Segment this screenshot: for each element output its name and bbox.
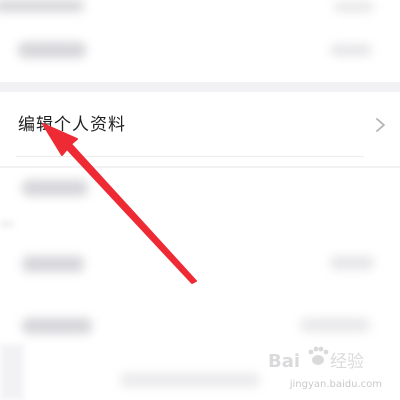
blurred-section-gap [0, 344, 24, 400]
blurred-text [22, 318, 92, 334]
edit-profile-row[interactable]: 编辑个人资料 [0, 92, 400, 158]
blurred-value [330, 44, 372, 56]
blurred-text [120, 373, 260, 387]
blurred-value [300, 318, 370, 332]
profile-settings-card: 编辑个人资料 [0, 92, 400, 166]
blurred-text [0, 0, 84, 12]
blurred-text [22, 180, 88, 196]
blurred-text [22, 256, 84, 272]
svg-text:经验: 经验 [330, 352, 364, 372]
chevron-right-icon [376, 118, 385, 132]
blurred-section-gap [0, 220, 14, 228]
edit-profile-label: 编辑个人资料 [18, 115, 126, 135]
blurred-value [330, 256, 374, 270]
blurred-value [334, 2, 374, 12]
baidu-watermark: Bai 经验 jingyan.baidu.com [266, 340, 386, 392]
settings-screen: 编辑个人资料 Bai 经验 jingyan.baidu.com [0, 0, 400, 400]
blurred-settings-card-top [0, 0, 400, 82]
blurred-text [18, 42, 86, 58]
row-divider [16, 156, 364, 157]
baidu-paw-logo-icon: Bai 经验 [268, 346, 364, 372]
watermark-url: jingyan.baidu.com [289, 379, 382, 390]
svg-text:Bai: Bai [268, 351, 300, 372]
